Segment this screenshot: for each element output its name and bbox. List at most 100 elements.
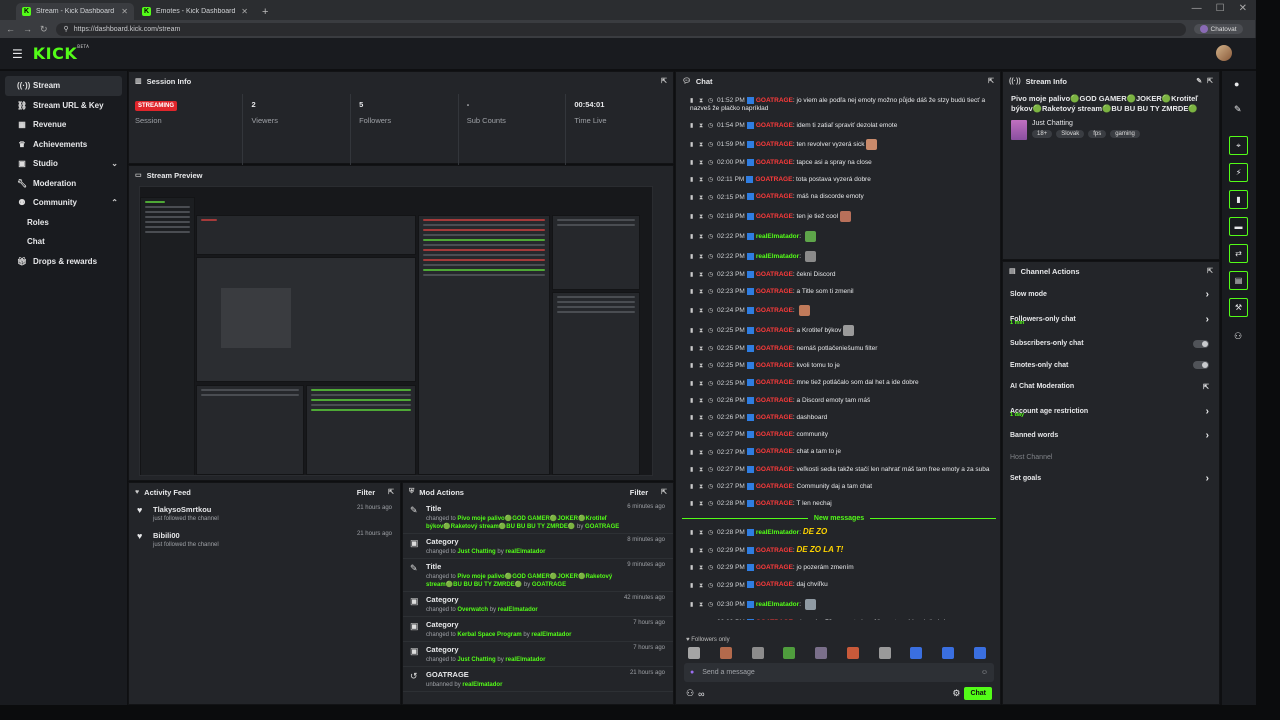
chat-username[interactable]: GOATRAGE bbox=[756, 122, 793, 129]
chat-message[interactable]: ▮ ⧗ ◷ 02:23 PM GOATRAGE: čekni Discord bbox=[682, 266, 996, 283]
mod-ban-icon[interactable]: ▮ bbox=[690, 233, 696, 241]
timeout-icon[interactable]: ⧗ bbox=[699, 619, 705, 621]
chat-message[interactable]: ▮ ⧗ ◷ 02:22 PM realElmatador: bbox=[682, 246, 996, 266]
mod-ban-icon[interactable]: ▮ bbox=[690, 547, 696, 555]
chat-username[interactable]: GOATRAGE bbox=[756, 582, 793, 589]
chat-message[interactable]: ▮ ⧗ ◷ 02:11 PM GOATRAGE: tota postava vyzerá… bbox=[682, 172, 996, 189]
mod-ban-icon[interactable]: ▮ bbox=[690, 288, 696, 296]
send-chat-button[interactable]: Chat bbox=[964, 687, 992, 700]
chat-message[interactable]: ▮ ⧗ ◷ 02:28 PM GOATRAGE: T len nechaj bbox=[682, 496, 996, 513]
url-field[interactable]: ⚲ https://dashboard.kick.com/stream bbox=[55, 22, 1186, 36]
chat-username[interactable]: GOATRAGE bbox=[756, 97, 793, 104]
timeout-icon[interactable]: ⧗ bbox=[699, 397, 705, 405]
sidebar-item-stream-url-key[interactable]: ⛓ Stream URL & Key bbox=[5, 96, 122, 116]
popout-icon[interactable]: ⇱ bbox=[1207, 77, 1213, 85]
chat-message[interactable]: ▮ ⧗ ◷ 02:30 PM realElmatador: bbox=[682, 594, 996, 614]
chat-username[interactable]: realElmatador bbox=[756, 529, 799, 536]
activity-username[interactable]: Bibili00 bbox=[153, 531, 351, 540]
timeout-icon[interactable]: ⧗ bbox=[699, 213, 705, 221]
chat-username[interactable]: GOATRAGE bbox=[756, 159, 793, 166]
quick-action-raid[interactable]: ⇄ bbox=[1229, 244, 1248, 263]
info-icon[interactable]: ● bbox=[1234, 79, 1239, 89]
channel-action-set-goals[interactable]: Set goals › bbox=[1003, 468, 1219, 490]
timeout-icon[interactable]: ⧗ bbox=[699, 582, 705, 590]
kick-logo[interactable]: KICKBETA bbox=[33, 44, 90, 63]
quick-action-boost[interactable]: ⚡︎ bbox=[1229, 163, 1248, 182]
sidebar-item-roles[interactable]: Roles bbox=[0, 213, 127, 233]
channel-action-ai-chat-moderation[interactable]: AI Chat Moderation ⇱ bbox=[1003, 376, 1219, 398]
chat-username[interactable]: GOATRAGE bbox=[756, 547, 793, 554]
toggle-switch[interactable] bbox=[1193, 361, 1209, 370]
mod-ban-icon[interactable]: ▮ bbox=[690, 362, 696, 370]
edit-icon[interactable]: ✎ bbox=[1196, 77, 1202, 85]
chat-message[interactable]: ▮ ⧗ ◷ 02:29 PM GOATRAGE: daj chvíľku bbox=[682, 577, 996, 594]
timeout-icon[interactable]: ⧗ bbox=[699, 466, 705, 474]
chat-username[interactable]: GOATRAGE bbox=[756, 466, 793, 473]
quick-action-target[interactable]: ⌖ bbox=[1229, 136, 1248, 155]
chat-username[interactable]: GOATRAGE bbox=[756, 327, 793, 334]
user-avatar[interactable] bbox=[1216, 45, 1232, 61]
chat-message[interactable]: ▮ ⧗ ◷ 02:27 PM GOATRAGE: Community daj a tam… bbox=[682, 478, 996, 495]
mod-ban-icon[interactable]: ▮ bbox=[690, 213, 696, 221]
quick-action-clip[interactable]: ▮ bbox=[1229, 190, 1248, 209]
quick-action-chat[interactable]: ▬ bbox=[1229, 217, 1248, 236]
chat-message[interactable]: ▮ ⧗ ◷ 02:27 PM GOATRAGE: veľkosti sedia takž… bbox=[682, 461, 996, 478]
timeout-icon[interactable]: ⧗ bbox=[699, 547, 705, 555]
timeout-icon[interactable]: ⧗ bbox=[699, 307, 705, 315]
quick-emote-icon[interactable] bbox=[688, 647, 700, 659]
chat-message[interactable]: ▮ ⧗ ◷ 02:28 PM realElmatador: DE ZO bbox=[682, 524, 996, 542]
popout-icon[interactable]: ⇱ bbox=[661, 77, 667, 85]
timeout-icon[interactable]: ⧗ bbox=[699, 431, 705, 439]
minimize-icon[interactable]: — bbox=[1192, 3, 1202, 14]
pen-icon[interactable]: ✎ bbox=[1234, 104, 1242, 115]
chat-message[interactable]: ▮ ⧗ ◷ 02:25 PM GOATRAGE: mne tiež potláčalo … bbox=[682, 375, 996, 392]
mod-action-user[interactable]: GOATRAGE bbox=[532, 582, 566, 588]
mod-action-user[interactable]: realElmatador bbox=[505, 549, 545, 555]
close-tab-icon[interactable]: ✕ bbox=[241, 7, 248, 16]
profile-pill[interactable]: Chatovat bbox=[1193, 24, 1243, 34]
chat-message[interactable]: ▮ ⧗ ◷ 01:54 PM GOATRAGE: idem ti zatiaľ spra… bbox=[682, 117, 996, 134]
external-link-icon[interactable]: ⇱ bbox=[1203, 383, 1209, 391]
quick-emote-icon[interactable] bbox=[719, 647, 732, 659]
toggle-switch[interactable] bbox=[1193, 339, 1209, 348]
timeout-icon[interactable]: ⧗ bbox=[699, 414, 705, 422]
sidebar-item-moderation[interactable]: 🔧︎ Moderation bbox=[5, 174, 122, 194]
chat-message[interactable]: ▮⧗◷02:30 PMGOATRAGE: ako mám 78 percent … bbox=[682, 614, 996, 620]
chat-message[interactable]: ▮ ⧗ ◷ 02:25 PM GOATRAGE: kvoli tomu to je bbox=[682, 358, 996, 375]
timeout-icon[interactable]: ⧗ bbox=[699, 500, 705, 508]
mod-ban-icon[interactable]: ▮ bbox=[690, 159, 696, 167]
mod-ban-icon[interactable]: ▮ bbox=[690, 500, 696, 508]
mod-ban-icon[interactable]: ▮ bbox=[690, 97, 696, 105]
chat-message[interactable]: ▮ ⧗ ◷ 02:25 PM GOATRAGE: nemáš potlačeniešum… bbox=[682, 341, 996, 358]
chat-message[interactable]: ▮ ⧗ ◷ 02:23 PM GOATRAGE: a Title som ti zmen… bbox=[682, 283, 996, 300]
chat-message[interactable]: ▮ ⧗ ◷ 02:29 PM GOATRAGE: DE ZO LA T! bbox=[682, 542, 996, 560]
popout-icon[interactable]: ⇱ bbox=[388, 488, 394, 496]
mod-ban-icon[interactable]: ▮ bbox=[690, 564, 696, 572]
chat-username[interactable]: GOATRAGE bbox=[756, 619, 793, 620]
mod-ban-icon[interactable]: ▮ bbox=[690, 271, 696, 279]
channel-action-slow-mode[interactable]: Slow mode › bbox=[1003, 284, 1219, 306]
chat-message[interactable]: ▮ ⧗ ◷ 02:29 PM GOATRAGE: jo pozerám zmením bbox=[682, 560, 996, 577]
community-icon[interactable]: ⚇ bbox=[686, 688, 694, 699]
channel-action-host-channel[interactable]: Host Channel bbox=[1003, 446, 1219, 468]
timeout-icon[interactable]: ⧗ bbox=[699, 233, 705, 241]
mod-ban-icon[interactable]: ▮ bbox=[690, 431, 696, 439]
close-tab-icon[interactable]: ✕ bbox=[121, 7, 128, 16]
timeout-icon[interactable]: ⧗ bbox=[699, 159, 705, 167]
mod-action-user[interactable]: realElmatador bbox=[531, 632, 571, 638]
filter-button[interactable]: Filter bbox=[357, 488, 375, 497]
browser-tab-stream[interactable]: K Stream - Kick Dashboard ✕ bbox=[16, 3, 134, 20]
chat-message[interactable]: ▮ ⧗ ◷ 02:26 PM GOATRAGE: a Discord emoty tam… bbox=[682, 392, 996, 409]
quick-emote-icon[interactable] bbox=[815, 647, 828, 659]
stream-preview-video[interactable] bbox=[139, 186, 653, 476]
chat-username[interactable]: realElmatador bbox=[756, 233, 799, 240]
timeout-icon[interactable]: ⧗ bbox=[699, 253, 705, 261]
chat-message[interactable]: ▮ ⧗ ◷ 02:00 PM GOATRAGE: tapce asi a spray n… bbox=[682, 154, 996, 171]
chat-message[interactable]: ▮ ⧗ ◷ 01:52 PM GOATRAGE: jo viem ale podľa n… bbox=[682, 92, 996, 117]
popout-icon[interactable]: ⇱ bbox=[988, 77, 994, 85]
sidebar-item-revenue[interactable]: ▦ Revenue bbox=[5, 115, 122, 135]
emoji-icon[interactable]: ☺ bbox=[981, 669, 988, 676]
mod-ban-icon[interactable]: ▮ bbox=[690, 529, 696, 537]
channel-action-emotes-only-chat[interactable]: Emotes-only chat bbox=[1003, 354, 1219, 376]
chat-username[interactable]: GOATRAGE bbox=[756, 483, 793, 490]
